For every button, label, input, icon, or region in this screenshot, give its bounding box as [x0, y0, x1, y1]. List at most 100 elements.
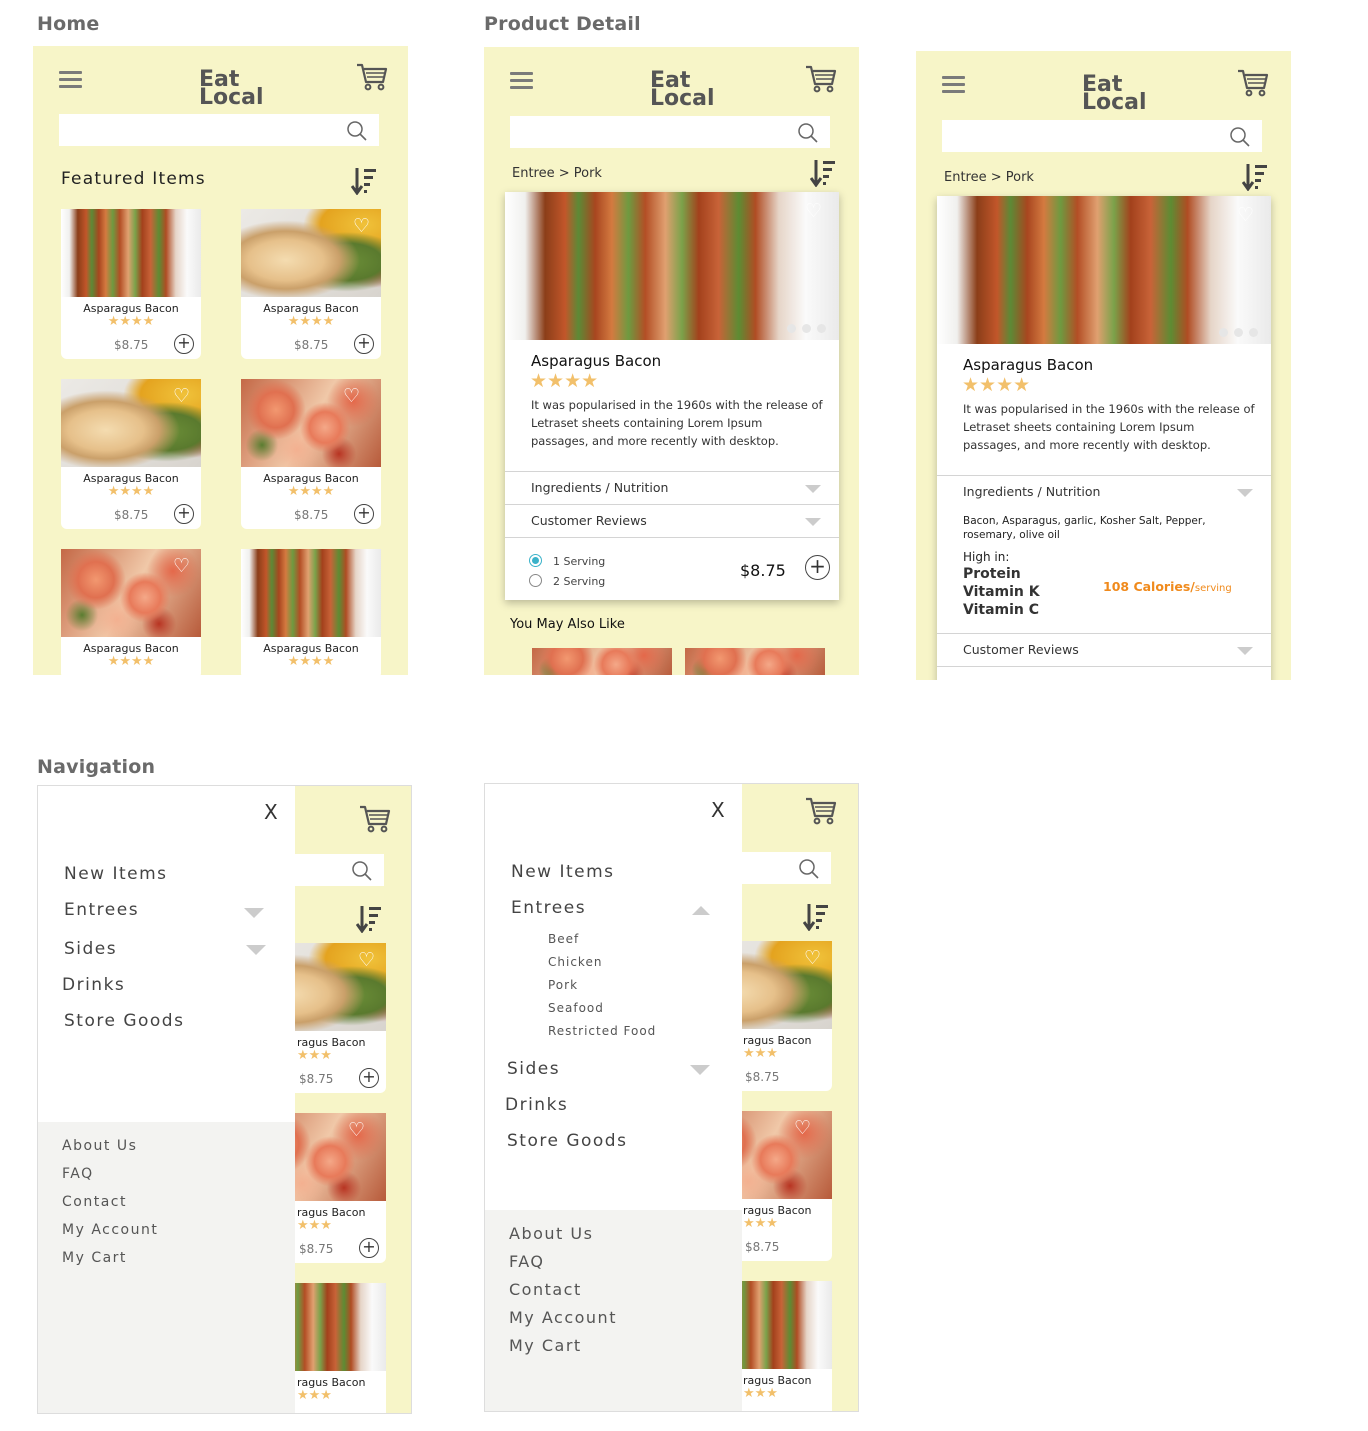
nav-subitem-beef[interactable]: Beef [548, 932, 579, 946]
footer-link-faq[interactable]: FAQ [509, 1252, 545, 1271]
sort-icon[interactable] [803, 903, 829, 931]
chevron-down-icon[interactable] [690, 1065, 710, 1075]
product-card[interactable]: ♡ Asparagus Bacon ★★★★ $8.75 + [241, 209, 381, 359]
nav-subitem-restricted-food[interactable]: Restricted Food [548, 1024, 656, 1038]
heart-icon[interactable]: ♡ [1237, 206, 1254, 225]
heart-icon[interactable]: ♡ [805, 202, 822, 221]
nav-item-new-items[interactable]: New Items [64, 864, 168, 884]
search-input[interactable] [59, 114, 379, 146]
app-logo[interactable]: Eat Local [199, 69, 264, 109]
nav-subitem-chicken[interactable]: Chicken [548, 955, 602, 969]
footer-link-my-cart[interactable]: My Cart [62, 1250, 127, 1266]
chevron-down-icon[interactable] [1237, 647, 1253, 655]
sort-icon[interactable] [1242, 163, 1268, 191]
add-to-cart-icon[interactable]: + [359, 1238, 379, 1258]
cart-icon[interactable] [805, 64, 837, 94]
footer-link-faq[interactable]: FAQ [62, 1166, 94, 1182]
footer-link-about-us[interactable]: About Us [62, 1138, 137, 1154]
carousel-dots[interactable] [787, 324, 826, 333]
cart-icon[interactable] [359, 804, 391, 834]
close-icon[interactable]: X [264, 800, 278, 824]
nav-item-entrees[interactable]: Entrees [64, 900, 139, 920]
close-icon[interactable]: X [711, 798, 725, 822]
hamburger-menu-icon[interactable] [510, 72, 533, 91]
product-card[interactable]: ♡ Asparagus Bacon ★★★★ [61, 549, 201, 675]
cart-icon[interactable] [805, 796, 837, 826]
app-logo[interactable]: Eat Local [1082, 74, 1147, 114]
nav-item-sides[interactable]: Sides [507, 1059, 560, 1079]
nav-subitem-seafood[interactable]: Seafood [548, 1001, 604, 1015]
app-logo[interactable]: Eat Local [650, 70, 715, 110]
search-icon[interactable] [1230, 127, 1250, 147]
footer-link-my-cart[interactable]: My Cart [509, 1336, 582, 1355]
heart-icon[interactable]: ♡ [173, 557, 190, 576]
breadcrumb[interactable]: Entree > Pork [944, 170, 1034, 185]
add-to-cart-icon[interactable]: + [174, 504, 194, 524]
footer-link-about-us[interactable]: About Us [509, 1224, 593, 1243]
heart-icon[interactable]: ♡ [804, 949, 821, 968]
product-card[interactable]: ♡ Asparagus Bacon ★★★★ $8.75 + [241, 379, 381, 529]
footer-link-contact[interactable]: Contact [509, 1280, 582, 1299]
product-card[interactable]: Asparagus Bacon ★★★★ [241, 549, 381, 675]
nav-item-drinks[interactable]: Drinks [505, 1095, 568, 1115]
description-line: It was popularised in the 1960s with the… [963, 402, 1255, 416]
reviews-accordion[interactable]: Customer Reviews [505, 504, 839, 537]
add-to-cart-icon[interactable]: + [805, 555, 830, 580]
search-icon[interactable] [352, 861, 372, 881]
nav-item-store-goods[interactable]: Store Goods [507, 1131, 627, 1151]
product-card[interactable]: Asparagus Bacon ★★★★ $8.75 + [61, 209, 201, 359]
cart-icon[interactable] [356, 62, 388, 92]
product-detail-card: ♡ Asparagus Bacon ★★★★ It was popularise… [505, 192, 839, 600]
serving-2-radio[interactable] [529, 574, 542, 587]
footer-link-my-account[interactable]: My Account [62, 1222, 158, 1238]
add-to-cart-icon[interactable]: + [354, 504, 374, 524]
serving-1-radio[interactable] [529, 554, 542, 567]
nav-item-drinks[interactable]: Drinks [62, 975, 125, 995]
chevron-down-icon[interactable] [805, 518, 821, 526]
search-input[interactable] [510, 116, 830, 148]
search-icon[interactable] [347, 121, 367, 141]
product-title: Asparagus Bacon [963, 356, 1094, 374]
related-product-image[interactable] [685, 648, 825, 675]
heart-icon[interactable]: ♡ [348, 1121, 365, 1140]
carousel-dots[interactable] [1219, 328, 1258, 337]
reviews-accordion[interactable]: Customer Reviews [937, 633, 1271, 666]
nav-item-store-goods[interactable]: Store Goods [64, 1011, 184, 1031]
navigation-drawer: X New Items Entrees Beef Chicken Pork Se… [485, 784, 742, 1411]
heart-icon[interactable]: ♡ [358, 951, 375, 970]
hamburger-menu-icon[interactable] [942, 76, 965, 95]
cart-icon[interactable] [1237, 68, 1269, 98]
footer-link-my-account[interactable]: My Account [509, 1308, 617, 1327]
search-input[interactable] [942, 120, 1262, 152]
heart-icon[interactable]: ♡ [343, 387, 360, 406]
nav-item-new-items[interactable]: New Items [511, 862, 615, 882]
product-image: ♡ [241, 379, 381, 467]
hamburger-menu-icon[interactable] [59, 71, 82, 90]
search-icon[interactable] [798, 123, 818, 143]
nav-item-entrees[interactable]: Entrees [511, 898, 586, 918]
add-to-cart-icon[interactable]: + [359, 1068, 379, 1088]
rating-stars: ★★★★ [287, 654, 335, 669]
heart-icon[interactable]: ♡ [794, 1119, 811, 1138]
product-card[interactable]: ♡ Asparagus Bacon ★★★★ $8.75 + [61, 379, 201, 529]
nav-subitem-pork[interactable]: Pork [548, 978, 578, 992]
chevron-down-icon[interactable] [246, 945, 266, 955]
footer-link-contact[interactable]: Contact [62, 1194, 127, 1210]
chevron-up-icon[interactable] [692, 906, 710, 915]
sort-icon[interactable] [356, 905, 382, 933]
add-to-cart-icon[interactable]: + [354, 334, 374, 354]
chevron-down-icon[interactable] [805, 485, 821, 493]
search-icon[interactable] [799, 859, 819, 879]
heart-icon[interactable]: ♡ [173, 387, 190, 406]
heart-icon[interactable]: ♡ [353, 217, 370, 236]
add-to-cart-icon[interactable]: + [174, 334, 194, 354]
breadcrumb[interactable]: Entree > Pork [512, 166, 602, 181]
ingredients-accordion[interactable]: Ingredients / Nutrition [505, 471, 839, 504]
related-product-image[interactable] [532, 648, 672, 675]
chevron-down-icon[interactable] [244, 908, 264, 918]
sort-icon[interactable] [810, 159, 836, 187]
chevron-down-icon[interactable] [1237, 489, 1253, 497]
sort-icon[interactable] [351, 167, 377, 195]
nav-item-sides[interactable]: Sides [64, 939, 117, 959]
description-line: passages, and more recently with desktop… [531, 434, 779, 448]
